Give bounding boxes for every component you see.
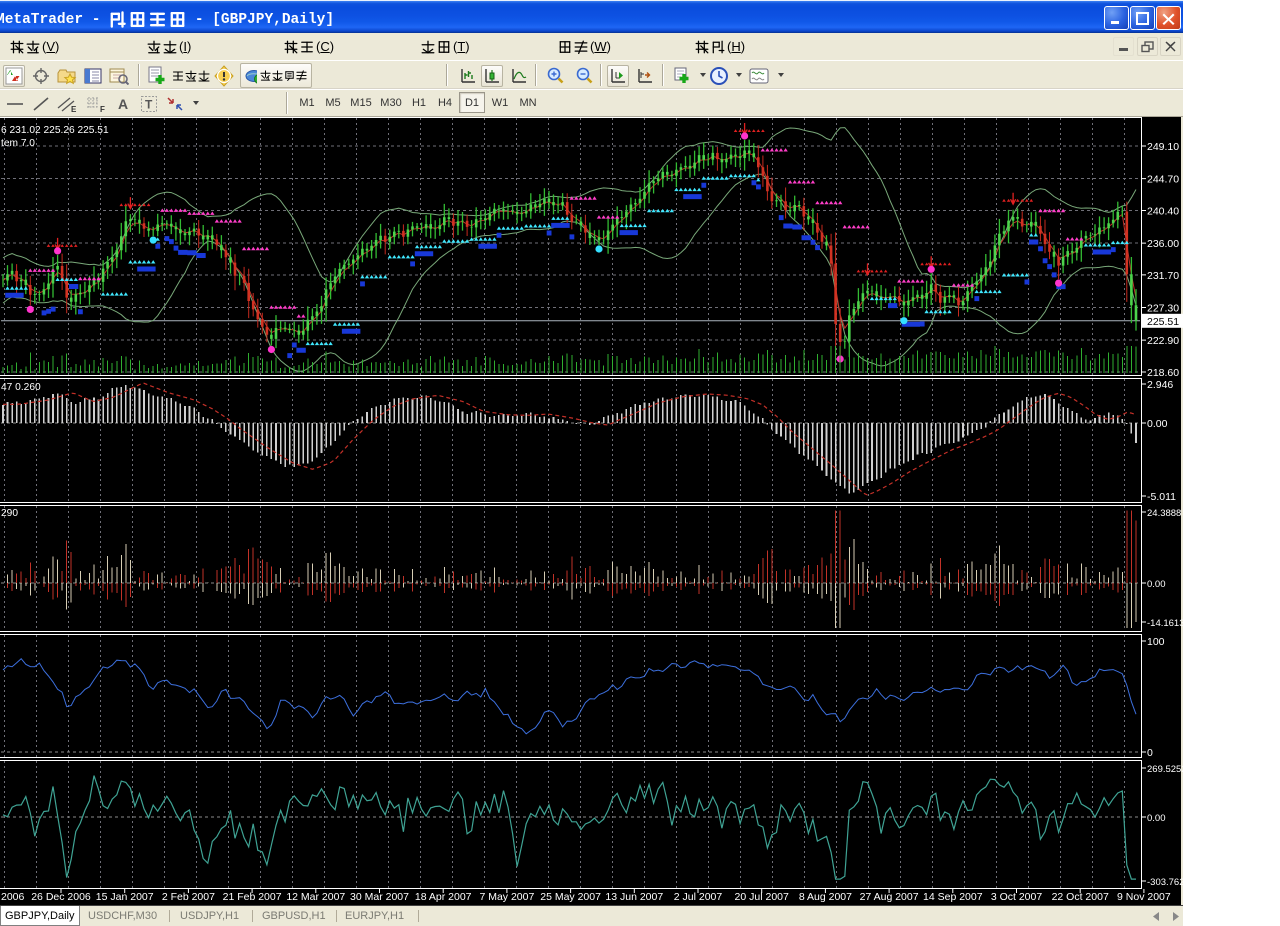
- svg-text:-14.1613: -14.1613: [1147, 618, 1183, 629]
- svg-text:244.70: 244.70: [1147, 174, 1179, 186]
- svg-text:236.00: 236.00: [1147, 238, 1179, 250]
- svg-text:24.3888: 24.3888: [1147, 508, 1181, 519]
- svg-text:269.5252: 269.5252: [1147, 764, 1183, 775]
- svg-text:249.10: 249.10: [1147, 141, 1179, 153]
- svg-text:2.946: 2.946: [1147, 379, 1173, 391]
- svg-text:231.70: 231.70: [1147, 270, 1179, 282]
- svg-text:47 0.260: 47 0.260: [1, 382, 41, 393]
- svg-text:tem 7.0: tem 7.0: [1, 138, 35, 149]
- svg-text:218.60: 218.60: [1147, 367, 1179, 379]
- svg-text:A: A: [118, 96, 128, 112]
- svg-text:0.00: 0.00: [1147, 579, 1166, 590]
- svg-text:2006: 2006: [1, 891, 25, 903]
- svg-text:240.40: 240.40: [1147, 206, 1179, 218]
- svg-text:0: 0: [1147, 747, 1153, 759]
- svg-text:227.30: 227.30: [1147, 303, 1179, 315]
- svg-text:6 231.02 225.26 225.51: 6 231.02 225.26 225.51: [1, 125, 109, 136]
- svg-text:E: E: [71, 105, 77, 113]
- svg-text:0.00: 0.00: [1147, 418, 1168, 430]
- svg-text:-303.762: -303.762: [1147, 877, 1183, 888]
- svg-text:0.00: 0.00: [1147, 813, 1166, 824]
- svg-text:290: 290: [1, 508, 18, 519]
- svg-text:F: F: [100, 105, 105, 113]
- svg-text:-5.011: -5.011: [1147, 491, 1176, 503]
- svg-text:225.51: 225.51: [1147, 316, 1179, 328]
- svg-text:100: 100: [1147, 636, 1165, 648]
- svg-text:T: T: [145, 98, 153, 112]
- svg-text:222.90: 222.90: [1147, 335, 1179, 347]
